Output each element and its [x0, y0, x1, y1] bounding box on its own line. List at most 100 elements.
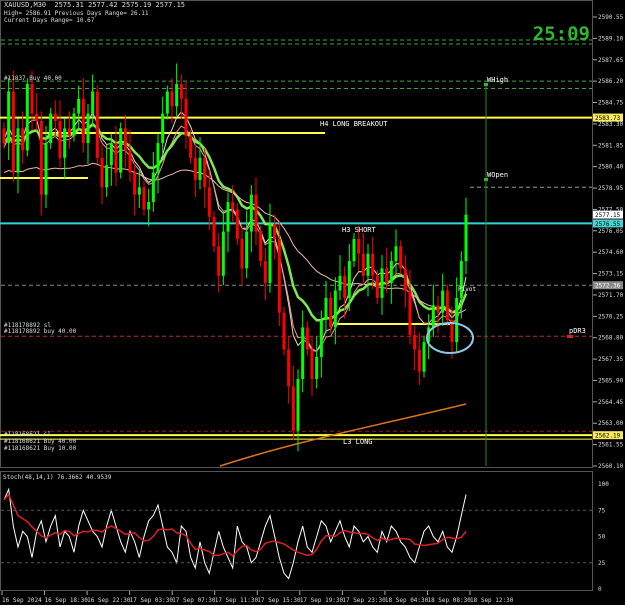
candle-body [380, 268, 384, 298]
candle-body [7, 91, 11, 144]
candle-body [417, 349, 421, 372]
candle-body [133, 172, 137, 195]
time-tick-label: 17 Sep 11:30 [215, 597, 259, 604]
candle-body [441, 290, 445, 313]
price-tick-label: 2580.40 [598, 164, 624, 171]
price-tick-label: 2589.10 [598, 35, 624, 42]
candle-body [431, 305, 435, 328]
candle-body [2, 128, 6, 144]
pdr3-marker [567, 335, 573, 338]
chart-title: XAUUSD,M30 [4, 1, 46, 9]
pivot-label: Pivot [458, 286, 476, 293]
candle-body [91, 91, 95, 114]
candle-body [95, 91, 99, 158]
candle-body [63, 128, 67, 158]
candle-body [324, 297, 328, 321]
candle-body [464, 214, 468, 262]
candle-body [254, 194, 258, 232]
candle-body [44, 143, 48, 195]
candle-body [273, 224, 277, 239]
candle-body [371, 253, 375, 276]
price-tick-label: 2586.20 [598, 78, 624, 85]
time-tick-label: 17 Sep 23:30 [342, 597, 386, 604]
candle-body [333, 290, 337, 328]
range-line-2: Current Days Range= 10.67 [4, 17, 95, 24]
order-label-bot-3: #118168621 Buy 10.00 [4, 445, 77, 452]
price-tick-label: 2565.90 [598, 377, 624, 384]
candle-body [189, 135, 193, 158]
candle-body [347, 261, 351, 298]
time-tick-label: 17 Sep 15:30 [257, 597, 301, 604]
price-tick-label: 2584.75 [598, 100, 624, 107]
time-tick-label: 18 Sep 12:30 [470, 597, 514, 604]
order-label-bot-2: #118168621 Buy 40.00 [4, 438, 77, 445]
candle-body [361, 253, 365, 276]
candle-body [217, 246, 221, 276]
candle-body [119, 128, 123, 173]
wopen-label: WOpen [487, 171, 508, 179]
candle-body [287, 349, 291, 387]
candle-body [445, 290, 449, 321]
candle-body [259, 231, 263, 262]
candle-body [109, 143, 113, 166]
candle-body [221, 231, 225, 276]
time-tick-label: 17 Sep 03:30 [130, 597, 174, 604]
candle-body [175, 84, 179, 107]
candle-body [235, 209, 239, 239]
stoch-tick-label: 0 [598, 586, 602, 593]
candle-body [329, 297, 333, 328]
symbol-header: XAUUSD,M30 2575.31 2577.42 2575.19 2577.… [4, 1, 185, 9]
time-tick-label: 18 Sep 08:30 [427, 597, 471, 604]
candle-body [21, 128, 25, 151]
whigh-label: WHigh [487, 76, 508, 84]
price-tick-label: 2590.55 [598, 14, 624, 21]
price-tick-label: 2587.65 [598, 57, 624, 64]
price-tick-label: 2561.55 [598, 442, 624, 449]
ohlc-values: 2575.31 2577.42 2575.19 2577.15 [54, 1, 185, 9]
price-tick-label: 2570.25 [598, 313, 624, 320]
candle-body [147, 202, 151, 210]
candle-body [11, 91, 15, 173]
candle-body [142, 187, 146, 210]
time-tick-label: 16 Sep 2024 [2, 597, 42, 604]
price-tick-label: 2560.10 [598, 463, 624, 470]
candle-body [245, 231, 249, 269]
candle-body [366, 253, 370, 276]
candle-body [291, 386, 295, 431]
candle-body [53, 113, 57, 121]
candle-body [35, 113, 39, 121]
candle-body [385, 268, 389, 284]
candle-body [455, 297, 459, 343]
candle-body [436, 305, 440, 313]
candle-body [268, 224, 272, 284]
price-tick-label: 2581.85 [598, 142, 624, 149]
candle-body [226, 202, 230, 232]
candle-body [207, 187, 211, 217]
candle-body [310, 349, 314, 380]
candle-body [277, 238, 281, 313]
trading-chart[interactable]: XAUUSD,M30 2575.31 2577.42 2575.19 2577.… [0, 0, 625, 605]
candle-body [49, 113, 53, 144]
candle-body [114, 143, 118, 173]
candle-body [105, 165, 109, 188]
candle-body [301, 327, 305, 380]
candle-body [203, 157, 207, 188]
candle-body [212, 216, 216, 247]
candle-body [408, 290, 412, 335]
candle-body [389, 261, 393, 284]
price-tick-label: 2567.35 [598, 356, 624, 363]
candle-body [399, 246, 403, 269]
price-badge-label: 2576.55 [595, 221, 621, 228]
candle-timer: 25:09 [533, 23, 590, 45]
candle-body [343, 275, 347, 298]
chart-background [0, 0, 625, 605]
candle-body [263, 261, 267, 284]
stoch-tick-label: 75 [598, 507, 606, 514]
candle-body [184, 98, 188, 136]
candle-body [413, 334, 417, 350]
pdr3-label: pDR3 [569, 327, 586, 335]
candle-body [240, 238, 244, 269]
candle-body [198, 157, 202, 180]
stoch-label: Stoch(48,14,1) 76.3662 40.9539 [3, 474, 112, 481]
candle-body [170, 91, 174, 107]
